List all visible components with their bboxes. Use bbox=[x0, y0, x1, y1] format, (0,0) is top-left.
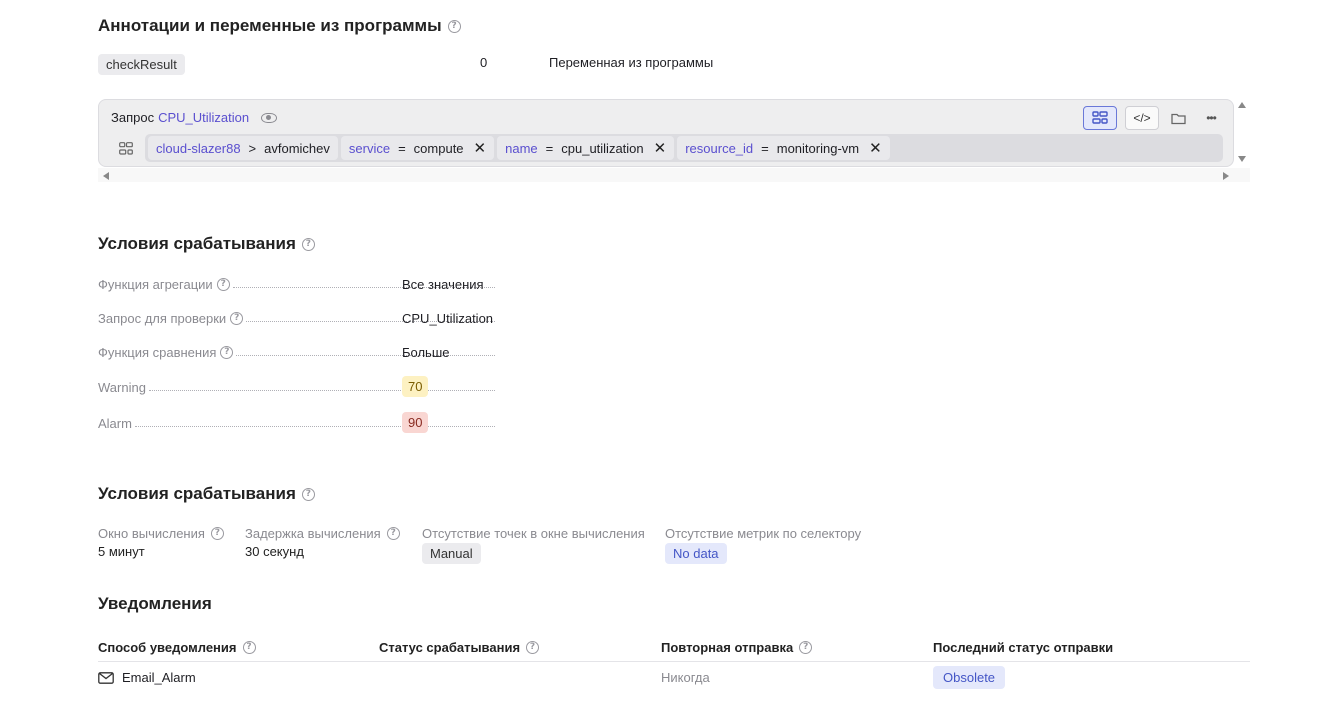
eval-window-value: 5 минут bbox=[98, 544, 145, 559]
alarm-threshold-badge: 90 bbox=[402, 412, 429, 433]
query-toolbar: </> ••• bbox=[1083, 106, 1223, 130]
query-block: Запрос CPU_Utilization </> ••• cloud-sla… bbox=[98, 99, 1234, 167]
conditions-title-2: Условия срабатывания ? bbox=[98, 484, 315, 504]
table-divider bbox=[98, 661, 1250, 662]
variable-name: checkResult bbox=[98, 54, 185, 75]
selector-layout-icon[interactable] bbox=[119, 142, 133, 156]
notifications-title: Уведомления bbox=[98, 594, 212, 613]
help-icon[interactable]: ? bbox=[526, 641, 540, 654]
selector-chip-service[interactable]: service = compute ✕ bbox=[340, 136, 495, 160]
horizontal-scrollbar[interactable] bbox=[98, 168, 1250, 182]
column-header-status: Статус срабатывания? bbox=[379, 640, 540, 655]
condition-value-aggregation: Все значения bbox=[402, 277, 484, 292]
help-icon[interactable]: ? bbox=[447, 19, 461, 33]
no-metrics-value: No data bbox=[665, 543, 727, 564]
query-title: Запрос CPU_Utilization bbox=[111, 110, 278, 125]
no-points-label: Отсутствие точек в окне вычисления bbox=[422, 526, 645, 541]
help-icon[interactable]: ? bbox=[242, 641, 256, 654]
notification-resend: Никогда bbox=[661, 670, 710, 685]
help-icon[interactable]: ? bbox=[216, 277, 230, 291]
column-header-method: Способ уведомления? bbox=[98, 640, 256, 655]
conditions-title: Условия срабатывания ? bbox=[98, 234, 315, 254]
more-button[interactable]: ••• bbox=[1199, 106, 1223, 130]
help-icon[interactable]: ? bbox=[220, 345, 234, 359]
project-chip[interactable]: cloud-slazer88 > avfomichev bbox=[148, 136, 338, 160]
annotations-title: Аннотации и переменные из программы ? bbox=[98, 16, 461, 36]
help-icon[interactable]: ? bbox=[301, 487, 315, 501]
selectors-bar[interactable]: cloud-slazer88 > avfomichev service = co… bbox=[145, 134, 1223, 162]
variable-value: 0 bbox=[480, 55, 488, 70]
last-status-badge: Obsolete bbox=[933, 666, 1006, 689]
eval-delay-value: 30 секунд bbox=[245, 544, 304, 559]
close-icon[interactable]: ✕ bbox=[474, 139, 487, 157]
scroll-up-arrow[interactable] bbox=[1238, 102, 1246, 108]
variable-description: Переменная из программы bbox=[549, 55, 714, 70]
column-header-resend: Повторная отправка? bbox=[661, 640, 813, 655]
condition-row-warning: Warning bbox=[98, 377, 498, 397]
more-icon: ••• bbox=[1206, 111, 1217, 125]
close-icon[interactable]: ✕ bbox=[869, 139, 882, 157]
help-icon[interactable]: ? bbox=[210, 527, 224, 540]
selector-chip-resource-id[interactable]: resource_id = monitoring-vm ✕ bbox=[677, 136, 890, 160]
notification-method[interactable]: Email_Alarm bbox=[122, 670, 196, 685]
condition-row-alarm: Alarm bbox=[98, 413, 498, 433]
warning-threshold-badge: 70 bbox=[402, 376, 429, 397]
scroll-right-arrow[interactable] bbox=[1223, 172, 1229, 180]
column-header-last-status: Последний статус отправки bbox=[933, 640, 1114, 655]
selector-grid-icon bbox=[1092, 111, 1108, 124]
condition-value-query: CPU_Utilization bbox=[402, 311, 494, 326]
condition-value-comparison: Больше bbox=[402, 345, 450, 360]
no-metrics-label: Отсутствие метрик по селектору bbox=[665, 526, 862, 541]
code-icon: </> bbox=[1133, 111, 1151, 125]
selector-chip-name[interactable]: name = cpu_utilization ✕ bbox=[497, 136, 675, 160]
scroll-down-arrow[interactable] bbox=[1238, 156, 1246, 162]
eval-window-label: Окно вычисления? bbox=[98, 526, 224, 541]
code-mode-button[interactable]: </> bbox=[1125, 106, 1159, 130]
no-points-value: Manual bbox=[422, 543, 481, 564]
eye-icon[interactable] bbox=[261, 112, 278, 123]
close-icon[interactable]: ✕ bbox=[654, 139, 667, 157]
folder-icon bbox=[1171, 113, 1186, 124]
help-icon[interactable]: ? bbox=[386, 527, 400, 540]
help-icon[interactable]: ? bbox=[799, 641, 813, 654]
mail-icon bbox=[98, 671, 114, 684]
selector-mode-button[interactable] bbox=[1083, 106, 1117, 130]
table-row: Email_Alarm bbox=[98, 670, 196, 685]
folder-button[interactable] bbox=[1167, 106, 1191, 130]
help-icon[interactable]: ? bbox=[301, 237, 315, 251]
query-name-link[interactable]: CPU_Utilization bbox=[158, 110, 249, 125]
eval-delay-label: Задержка вычисления? bbox=[245, 526, 400, 541]
help-icon[interactable]: ? bbox=[230, 311, 244, 325]
scroll-left-arrow[interactable] bbox=[103, 172, 109, 180]
